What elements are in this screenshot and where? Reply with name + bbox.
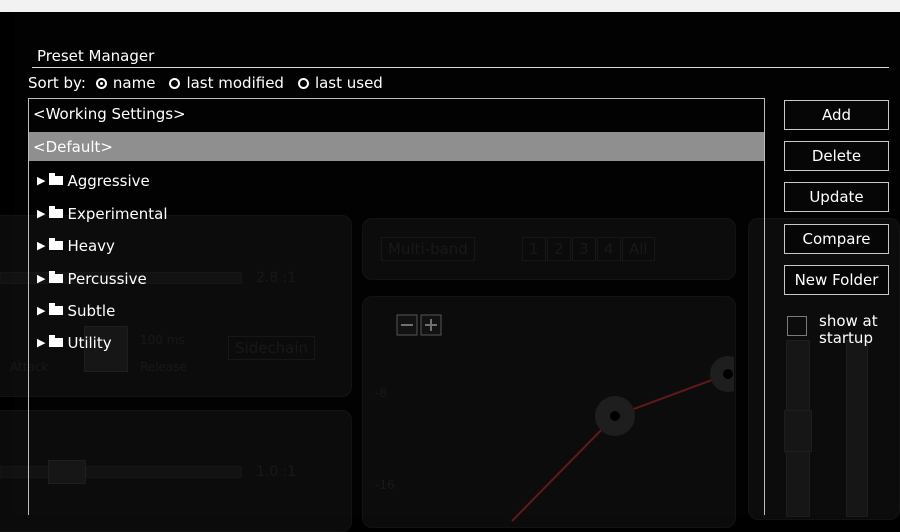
folder-icon <box>49 206 64 218</box>
meter-bar <box>846 340 868 517</box>
sort-last-used-label: last used <box>314 74 383 92</box>
preset-folder-percussive[interactable]: ▶ Percussive <box>29 264 764 293</box>
sort-by-label: Sort by: <box>28 74 86 92</box>
expand-arrow-icon[interactable]: ▶ <box>37 304 45 317</box>
expand-arrow-icon[interactable]: ▶ <box>37 272 45 285</box>
sort-last-used-radio[interactable]: last used <box>297 74 383 92</box>
folder-icon <box>49 303 64 315</box>
show-at-startup-line2: startup <box>819 329 873 347</box>
preset-list[interactable]: <Working Settings> <Default> ▶ Aggressiv… <box>28 98 765 515</box>
meter-slider-thumb <box>784 410 812 452</box>
expand-arrow-icon[interactable]: ▶ <box>37 336 45 349</box>
folder-icon <box>49 271 64 283</box>
preset-folder-aggressive[interactable]: ▶ Aggressive <box>29 166 764 195</box>
show-at-startup-checkbox[interactable] <box>787 316 807 336</box>
preset-folder-heavy[interactable]: ▶ Heavy <box>29 231 764 260</box>
folder-icon <box>49 335 64 347</box>
folder-icon <box>49 238 64 250</box>
preset-label: <Working Settings> <box>33 104 186 123</box>
folder-icon <box>49 173 64 185</box>
new-folder-button[interactable]: New Folder <box>784 265 889 295</box>
add-button[interactable]: Add <box>784 100 889 130</box>
show-at-startup[interactable]: show at startup <box>787 313 889 347</box>
expand-arrow-icon[interactable]: ▶ <box>37 207 45 220</box>
preset-label: <Default> <box>33 137 113 156</box>
folder-label: Subtle <box>67 301 116 320</box>
preset-folder-subtle[interactable]: ▶ Subtle <box>29 296 764 325</box>
preset-item-default[interactable]: <Default> <box>29 132 764 161</box>
show-at-startup-line1: show at <box>819 312 878 330</box>
update-button[interactable]: Update <box>784 182 889 212</box>
preset-folder-experimental[interactable]: ▶ Experimental <box>29 199 764 228</box>
folder-label: Percussive <box>67 269 147 288</box>
radio-checked-icon <box>95 77 107 89</box>
delete-button[interactable]: Delete <box>784 141 889 171</box>
expand-arrow-icon[interactable]: ▶ <box>37 174 45 187</box>
preset-item-working-settings[interactable]: <Working Settings> <box>29 99 764 128</box>
show-at-startup-label: show at startup <box>819 313 878 347</box>
folder-label: Heavy <box>67 236 115 255</box>
sort-last-modified-label: last modified <box>186 74 284 92</box>
radio-unchecked-icon <box>169 77 181 89</box>
meter-panel <box>748 218 900 520</box>
preset-manager-title: Preset Manager <box>37 47 155 65</box>
folder-label: Aggressive <box>67 171 150 190</box>
radio-unchecked-icon <box>297 77 309 89</box>
sort-last-modified-radio[interactable]: last modified <box>169 74 284 92</box>
sort-name-radio[interactable]: name <box>95 74 156 92</box>
compare-button[interactable]: Compare <box>784 224 889 254</box>
preset-folder-utility[interactable]: ▶ Utility <box>29 328 764 357</box>
expand-arrow-icon[interactable]: ▶ <box>37 239 45 252</box>
title-divider <box>32 67 889 68</box>
sort-name-label: name <box>112 74 156 92</box>
sort-options: Sort by: name last modified last used <box>28 73 397 93</box>
folder-label: Experimental <box>67 204 168 223</box>
folder-label: Utility <box>67 333 112 352</box>
